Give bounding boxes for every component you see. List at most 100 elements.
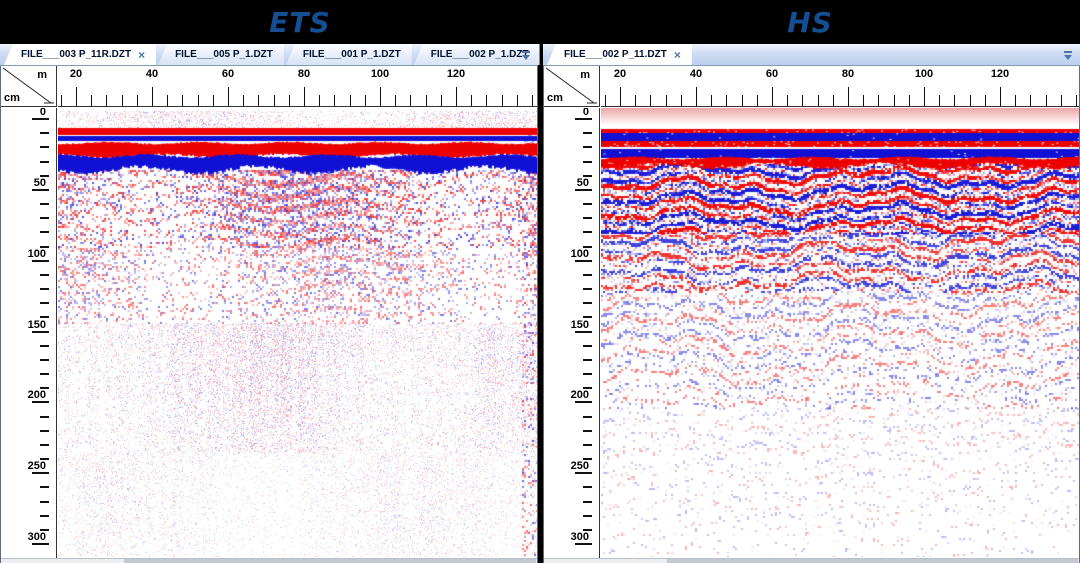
ruler-label: 120 [441, 68, 471, 80]
ruler-tick [924, 87, 925, 106]
scrollbar-thumb[interactable] [124, 559, 536, 563]
ruler-label: 100 [365, 68, 395, 80]
ruler-tick [198, 95, 199, 106]
ruler-tick [122, 95, 123, 106]
ruler-tick [848, 87, 849, 106]
ruler-label: 300 [1, 531, 46, 543]
overflow-triangle [1064, 55, 1072, 60]
ruler-tick [213, 95, 214, 106]
ruler-tick [787, 95, 788, 106]
ruler-tick [40, 274, 49, 276]
ruler-tick [681, 95, 682, 106]
horizontal-ruler: 20406080100120 [601, 66, 1079, 107]
ruler-tick [289, 95, 290, 106]
ruler-tick [583, 359, 592, 361]
ruler-label: 50 [544, 177, 589, 189]
ruler-tick [32, 189, 49, 191]
ruler-tick [182, 95, 183, 106]
ruler-tick [583, 231, 592, 233]
ruler-label: 80 [833, 68, 863, 80]
radargram-canvas[interactable] [601, 108, 1079, 557]
ruler-tick [40, 288, 49, 290]
ruler-tick [1061, 95, 1062, 106]
ruler-tick [894, 95, 895, 106]
ruler-tick [635, 95, 636, 106]
tab-overflow-icon[interactable] [521, 51, 531, 61]
radargram-viewport[interactable] [601, 108, 1079, 558]
ruler-tick [1046, 95, 1047, 106]
vertical-ruler: 050100150200250300 [1, 108, 57, 558]
horizontal-scrollbar[interactable] [544, 558, 1079, 563]
panel-label-hs: HS [787, 6, 833, 39]
tab-close-icon[interactable]: × [674, 50, 681, 60]
ruler-label: 250 [1, 460, 46, 472]
ruler-label: 60 [757, 68, 787, 80]
horizontal-unit-label: m [580, 69, 590, 81]
ruler-label: 250 [544, 460, 589, 472]
ruler-tick [32, 543, 49, 545]
ruler-tick [32, 401, 49, 403]
ruler-tick [426, 95, 427, 106]
ruler-tick [863, 95, 864, 106]
vertical-unit-label: cm [547, 92, 563, 104]
ruler-tick [40, 302, 49, 304]
ruler-tick [575, 472, 592, 474]
ruler-tick [583, 132, 592, 134]
tab-strip: FILE___002 P_11.DZT× [547, 44, 694, 65]
ruler-tick [757, 95, 758, 106]
ruler-tick [76, 87, 77, 106]
ruler-tick [650, 95, 651, 106]
ruler-tick [1076, 95, 1077, 106]
ruler-tick [40, 515, 49, 517]
tab-label: FILE___002 P_1.DZT [431, 49, 529, 60]
ruler-tick [575, 543, 592, 545]
ruler-tick [40, 486, 49, 488]
ruler-tick [350, 95, 351, 106]
ruler-tick [410, 95, 411, 106]
tab-file-001-p-1-dzt[interactable]: FILE___001 P_1.DZT [286, 44, 412, 65]
ruler-label: 0 [544, 108, 589, 118]
tab-file-005-p-1-dzt[interactable]: FILE___005 P_1.DZT [158, 44, 284, 65]
ruler-tick [274, 95, 275, 106]
tab-file-002-p-11-dzt[interactable]: FILE___002 P_11.DZT× [547, 44, 692, 65]
ruler-tick [471, 95, 472, 106]
ruler-label: 300 [544, 531, 589, 543]
ruler-tick [365, 95, 366, 106]
horizontal-unit-label: m [37, 69, 47, 81]
ruler-tick [319, 95, 320, 106]
radargram-area: m cm 20406080100120 050100150200250300 [0, 66, 538, 563]
ruler-tick [583, 288, 592, 290]
ruler-tick [583, 161, 592, 163]
tab-overflow-icon[interactable] [1063, 51, 1073, 61]
ruler-tick [583, 515, 592, 517]
tab-file-003-p-11r-dzt[interactable]: FILE___003 P_11R.DZT× [4, 44, 156, 65]
ruler-tick [258, 95, 259, 106]
radargram-canvas[interactable] [58, 108, 537, 557]
ruler-tick [1000, 87, 1001, 106]
ruler-label: 60 [213, 68, 243, 80]
gpr-panel-ets: FILE___003 P_11R.DZT×FILE___005 P_1.DZT F… [0, 44, 538, 563]
horizontal-scrollbar[interactable] [1, 558, 537, 563]
ruler-tick [91, 95, 92, 106]
ruler-tick [486, 95, 487, 106]
radargram-viewport[interactable] [58, 108, 537, 558]
ruler-tick [878, 95, 879, 106]
ruler-corner: m cm [544, 66, 600, 107]
ruler-tick [167, 95, 168, 106]
ruler-label: 100 [1, 248, 46, 260]
ruler-tick [40, 345, 49, 347]
ruler-tick [620, 87, 621, 106]
ruler-label: 80 [289, 68, 319, 80]
tab-strip: FILE___003 P_11R.DZT×FILE___005 P_1.DZT F… [4, 44, 542, 65]
ruler-label: 40 [137, 68, 167, 80]
ruler-tick [583, 430, 592, 432]
ruler-tick [583, 302, 592, 304]
tab-label: FILE___001 P_1.DZT [303, 49, 401, 60]
gpr-panel-hs: FILE___002 P_11.DZT× m cm 20406080100120… [543, 44, 1080, 563]
ruler-tick [575, 118, 592, 120]
tab-close-icon[interactable]: × [138, 50, 145, 60]
scrollbar-thumb[interactable] [667, 559, 1078, 563]
ruler-tick [32, 472, 49, 474]
ruler-tick [970, 95, 971, 106]
ruler-tick [696, 87, 697, 106]
